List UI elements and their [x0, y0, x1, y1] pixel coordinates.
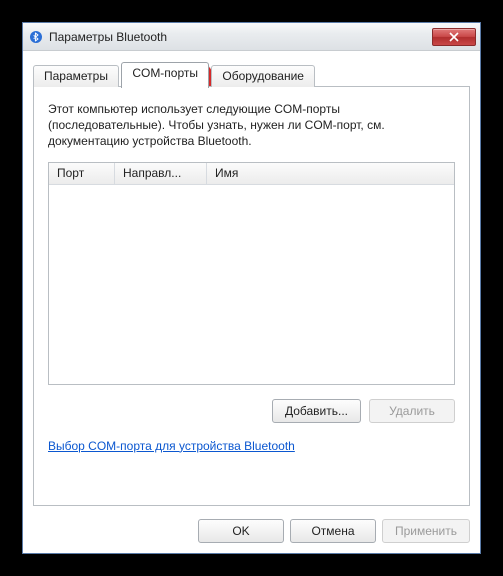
apply-button[interactable]: Применить [382, 519, 470, 543]
column-direction[interactable]: Направл... [115, 163, 207, 184]
tabstrip: Параметры COM-порты Оборудование [33, 61, 470, 87]
column-port[interactable]: Порт [49, 163, 115, 184]
bluetooth-icon [29, 30, 43, 44]
column-name[interactable]: Имя [207, 163, 454, 184]
list-action-row: Добавить... Удалить [48, 399, 455, 423]
bluetooth-settings-window: Параметры Bluetooth Параметры COM-порты … [22, 22, 481, 554]
choose-com-port-link[interactable]: Выбор COM-порта для устройства Bluetooth [48, 439, 295, 453]
close-icon [449, 32, 459, 42]
cancel-button[interactable]: Отмена [290, 519, 376, 543]
tab-com-ports[interactable]: COM-порты [121, 62, 209, 88]
tab-parameters[interactable]: Параметры [33, 65, 119, 87]
client-area: Параметры COM-порты Оборудование Этот ко… [23, 51, 480, 553]
list-header: Порт Направл... Имя [49, 163, 454, 185]
panel-description: Этот компьютер использует следующие COM-… [48, 101, 455, 150]
add-button[interactable]: Добавить... [272, 399, 361, 423]
close-button[interactable] [432, 28, 476, 46]
titlebar: Параметры Bluetooth [23, 23, 480, 51]
ok-button[interactable]: OK [198, 519, 284, 543]
tab-panel-com-ports: Этот компьютер использует следующие COM-… [33, 86, 470, 506]
com-port-list[interactable]: Порт Направл... Имя [48, 162, 455, 385]
window-title: Параметры Bluetooth [49, 30, 432, 44]
dialog-button-row: OK Отмена Применить [198, 519, 470, 543]
list-body[interactable] [49, 185, 454, 384]
remove-button[interactable]: Удалить [369, 399, 455, 423]
tab-hardware[interactable]: Оборудование [211, 65, 315, 87]
